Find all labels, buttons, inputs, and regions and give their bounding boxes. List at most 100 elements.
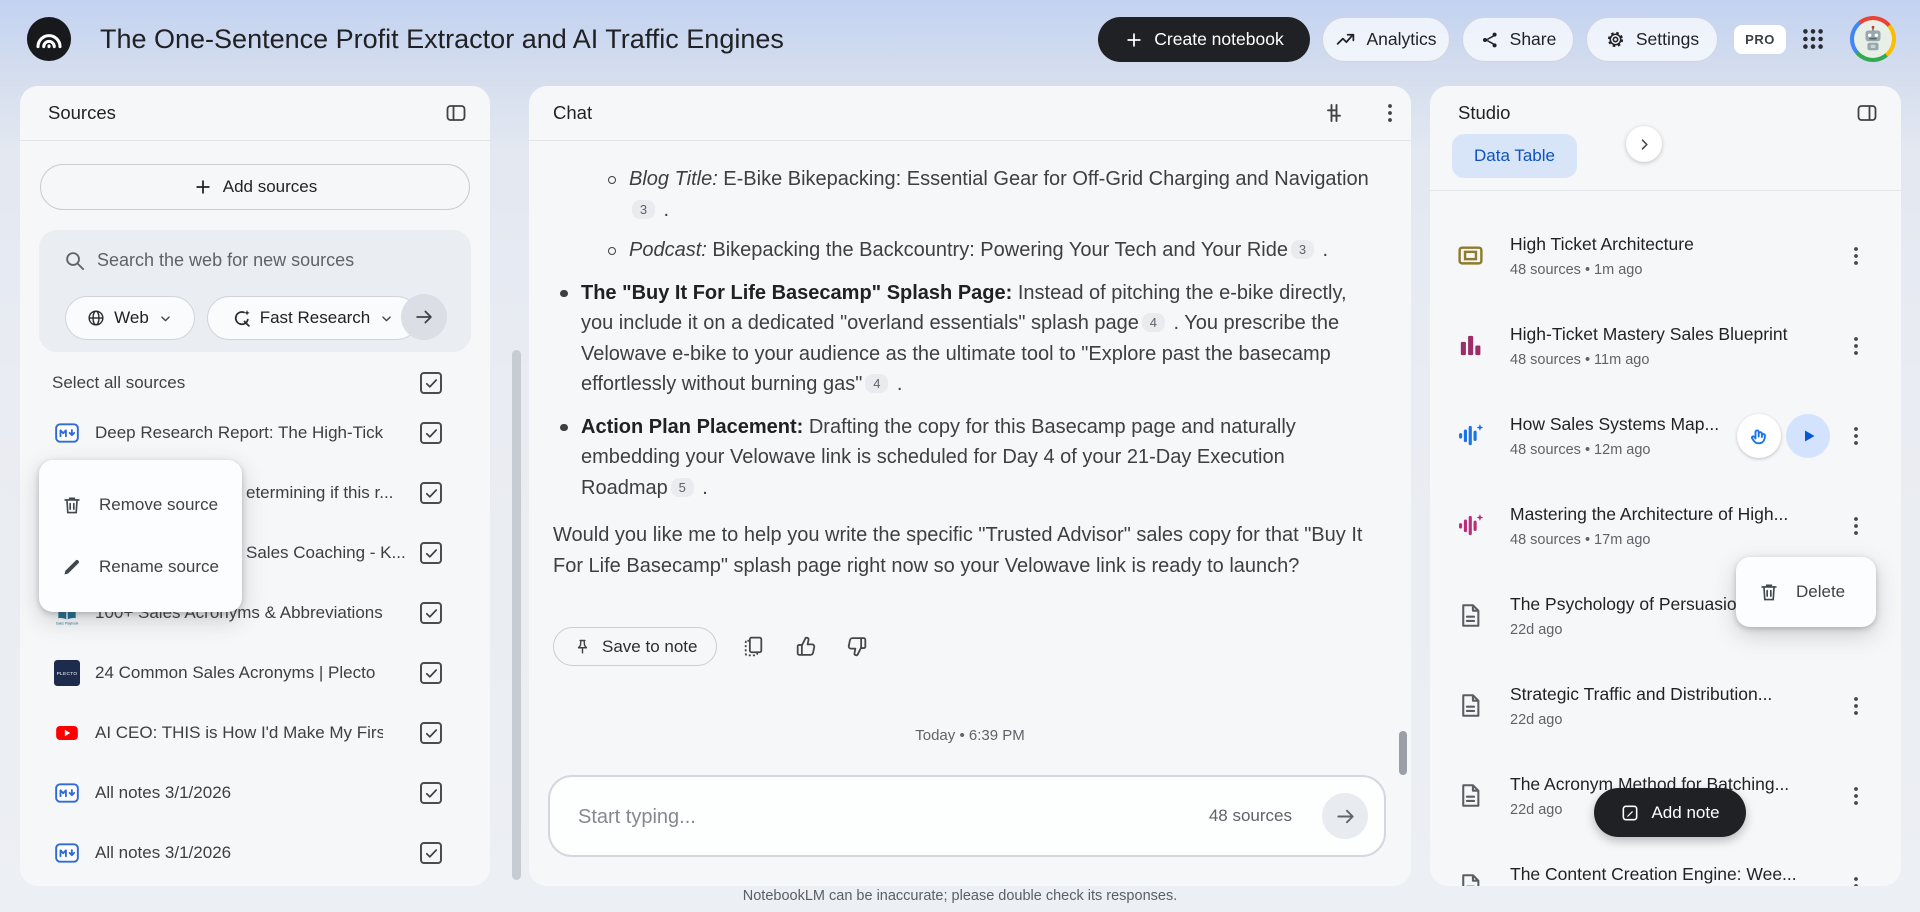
share-icon <box>1480 30 1500 50</box>
delete-menu-item[interactable]: Delete <box>1736 561 1876 623</box>
studio-item-more-icon[interactable] <box>1844 424 1868 448</box>
chat-text-italic: Podcast: <box>629 239 707 261</box>
citation-chip[interactable]: 4 <box>865 374 889 393</box>
user-avatar[interactable] <box>1850 16 1896 62</box>
share-button[interactable]: Share <box>1462 17 1574 62</box>
create-notebook-button[interactable]: Create notebook <box>1098 17 1310 62</box>
share-label: Share <box>1509 29 1557 49</box>
data-table-chip[interactable]: Data Table <box>1452 134 1577 178</box>
gear-icon <box>1605 29 1626 50</box>
citation-chip[interactable]: 3 <box>632 199 655 219</box>
chat-text: . <box>891 373 903 395</box>
youtube-icon <box>54 720 80 746</box>
rename-source-menu-item[interactable]: Rename source <box>39 536 242 598</box>
bar-chart-icon <box>1456 331 1485 360</box>
markdown-source-icon <box>54 840 80 866</box>
divider <box>20 140 490 141</box>
remove-source-menu-item[interactable]: Remove source <box>39 474 242 536</box>
play-audio-button[interactable] <box>1786 414 1830 458</box>
add-sources-button[interactable]: Add sources <box>40 164 470 210</box>
studio-items-list: High Ticket Architecture 48 sources • 1m … <box>1430 211 1901 886</box>
source-row[interactable]: All notes 3/1/2026 <box>20 823 490 883</box>
search-input[interactable]: Search the web for new sources <box>97 230 354 290</box>
sources-header: Sources <box>20 86 490 141</box>
send-message-button[interactable] <box>1322 793 1368 839</box>
chevron-down-icon <box>157 310 174 327</box>
studio-item-meta: 48 sources • 12m ago <box>1510 442 1651 458</box>
source-checkbox[interactable] <box>420 482 442 504</box>
studio-item-row[interactable]: High-Ticket Mastery Sales Blueprint 48 so… <box>1430 301 1901 391</box>
select-all-checkbox[interactable] <box>420 372 442 394</box>
save-to-note-button[interactable]: Save to note <box>553 627 718 666</box>
notebooklm-app: The One-Sentence Profit Extractor and AI… <box>0 0 1920 912</box>
disclaimer-text: NotebookLM can be inaccurate; please dou… <box>742 888 1178 904</box>
citation-chip[interactable]: 3 <box>1290 240 1314 259</box>
studio-panel: Studio Data Table High Ticket Architectu… <box>1430 86 1901 886</box>
source-checkbox[interactable] <box>420 602 442 624</box>
chat-paragraph: Would you like me to help you write the … <box>553 520 1371 581</box>
collapse-sources-panel-icon[interactable] <box>444 101 468 125</box>
citation-chip[interactable]: 5 <box>670 477 694 497</box>
interactive-mode-button[interactable] <box>1737 414 1781 458</box>
globe-icon <box>86 308 106 328</box>
studio-item-row[interactable]: How Sales Systems Map... 48 sources • 12m… <box>1430 391 1901 481</box>
chat-settings-icon[interactable] <box>1322 101 1346 125</box>
studio-item-title: Strategic Traffic and Distribution... <box>1510 684 1773 704</box>
chat-text-input[interactable] <box>576 777 1140 857</box>
studio-item-meta: 22d ago <box>1510 802 1563 818</box>
thumb-down-icon[interactable] <box>845 634 870 659</box>
studio-item-more-icon[interactable] <box>1844 694 1868 718</box>
audio-waveform-icon <box>1456 421 1485 450</box>
chat-scrollbar[interactable] <box>1399 731 1407 775</box>
chat-more-options-icon[interactable] <box>1378 101 1402 125</box>
web-filter-dropdown[interactable]: Web <box>65 296 195 340</box>
chat-text: . <box>1316 239 1329 261</box>
add-note-button[interactable]: Add note <box>1594 788 1746 837</box>
divider <box>529 140 1411 141</box>
svg-text:Sales Playbook: Sales Playbook <box>56 621 79 625</box>
source-checkbox[interactable] <box>420 662 442 684</box>
research-mode-dropdown[interactable]: Fast Research <box>207 296 419 340</box>
studio-item-more-icon[interactable] <box>1844 334 1868 358</box>
source-checkbox[interactable] <box>420 422 442 444</box>
search-submit-button[interactable] <box>401 294 447 340</box>
source-row[interactable]: Deep Research Report: The High-Tick... <box>20 403 490 463</box>
trash-icon <box>61 494 83 516</box>
chat-messages: Blog Title: E-Bike Bikepacking: Essentia… <box>553 164 1371 581</box>
copy-icon[interactable] <box>741 634 766 659</box>
studio-item-more-icon[interactable] <box>1844 514 1868 538</box>
robot-avatar-image <box>1858 24 1888 54</box>
svg-text:PLECTO: PLECTO <box>57 671 78 677</box>
delete-label: Delete <box>1796 582 1846 601</box>
thumb-up-icon[interactable] <box>793 634 818 659</box>
sources-scrollbar[interactable] <box>512 350 521 880</box>
studio-item-more-icon[interactable] <box>1844 874 1868 886</box>
expand-studio-panel-icon[interactable] <box>1855 101 1879 125</box>
studio-item-row[interactable]: High Ticket Architecture 48 sources • 1m … <box>1430 211 1901 301</box>
studio-item-more-icon[interactable] <box>1844 244 1868 268</box>
source-row[interactable]: PLECTO 24 Common Sales Acronyms | Plecto <box>20 643 490 703</box>
chip-next-button[interactable] <box>1626 126 1662 162</box>
citation-chip[interactable]: 4 <box>1141 313 1165 332</box>
source-checkbox[interactable] <box>420 542 442 564</box>
chevron-down-icon <box>378 310 395 327</box>
source-checkbox[interactable] <box>420 722 442 744</box>
analytics-button[interactable]: Analytics <box>1322 17 1450 62</box>
notebooklm-logo-icon[interactable] <box>26 16 72 62</box>
markdown-source-icon <box>54 780 80 806</box>
play-icon <box>1796 424 1820 448</box>
studio-item-title: The Content Creation Engine: Wee... <box>1510 864 1797 884</box>
studio-item-row[interactable]: The Content Creation Engine: Wee...22d a… <box>1430 841 1901 886</box>
settings-button[interactable]: Settings <box>1586 17 1718 62</box>
markdown-source-icon <box>54 420 80 446</box>
web-search-card: Search the web for new sources Web Fast … <box>39 230 471 352</box>
chat-bullet: Action Plan Placement: Drafting the copy… <box>553 412 1371 504</box>
source-checkbox[interactable] <box>420 782 442 804</box>
source-row[interactable]: All notes 3/1/2026 <box>20 763 490 823</box>
source-checkbox[interactable] <box>420 842 442 864</box>
studio-item-meta: 48 sources • 1m ago <box>1510 262 1643 278</box>
studio-item-row[interactable]: Strategic Traffic and Distribution... 22d… <box>1430 661 1901 751</box>
source-row[interactable]: AI CEO: THIS is How I'd Make My First ..… <box>20 703 490 763</box>
apps-grid-icon[interactable] <box>1800 26 1826 52</box>
studio-item-more-icon[interactable] <box>1844 784 1868 808</box>
